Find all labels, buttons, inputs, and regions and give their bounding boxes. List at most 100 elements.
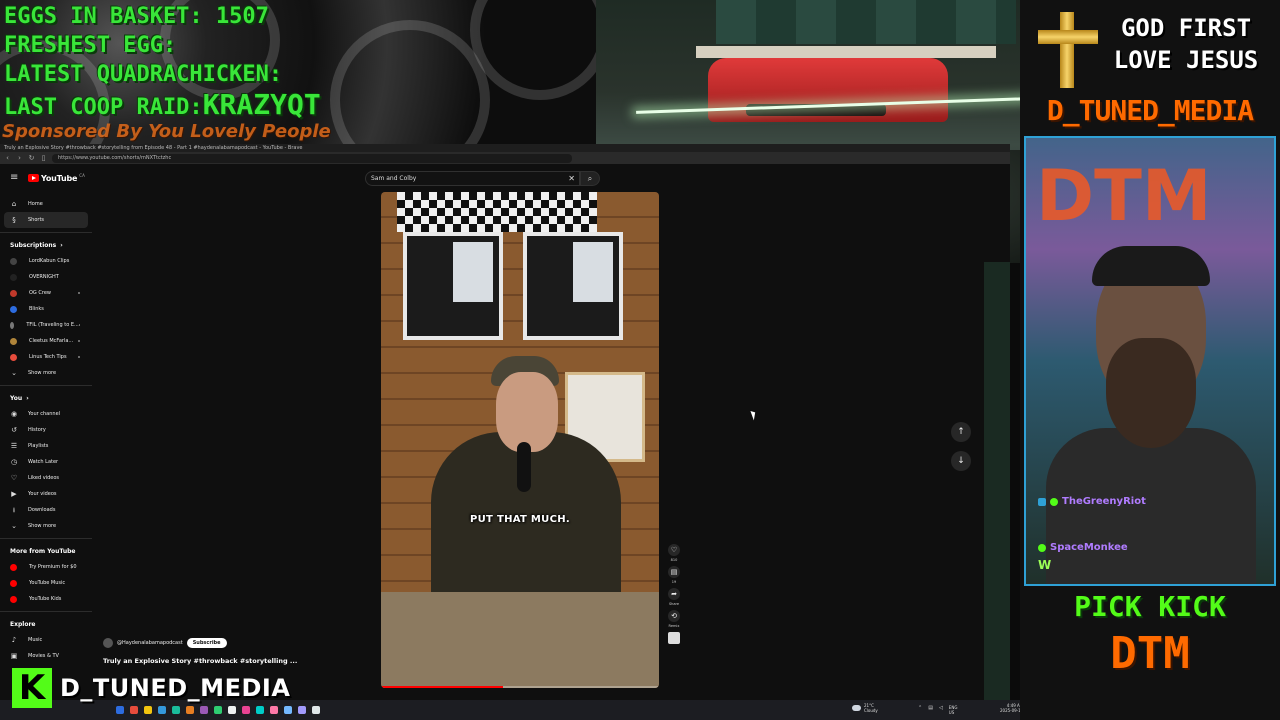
back-icon[interactable]: ‹ [4,154,11,162]
sidebar-item-shorts[interactable]: § Shorts [4,212,88,228]
taskbar-app-icon[interactable] [312,706,320,714]
sidebar-item-label: Your videos [28,491,57,497]
microphone [517,442,531,492]
sidebar-item-more[interactable]: YouTube Music [0,575,92,591]
sidebar-item-subscription[interactable]: TFIL (Traveling to E... [0,317,92,333]
youtube-product-icon [10,579,17,587]
channel-avatar [10,305,17,313]
chat-line: SpaceMonkee [1038,542,1128,553]
clear-search-icon[interactable]: ✕ [568,172,575,185]
sidebar-item-label: Home [28,201,43,207]
divider [0,611,92,612]
volume-icon[interactable]: ◁ [939,705,943,715]
sponsor-text: Sponsored By You Lovely People [2,121,331,142]
taskbar-app-icon[interactable] [298,706,306,714]
language-indicator[interactable]: ENG US [949,705,958,715]
browser-window: Truly an Explosive Story #throwback #sto… [0,144,1010,700]
sidebar-item-you[interactable]: ◷ Watch Later [0,454,92,470]
youtube-logo[interactable]: YouTube CA [28,173,85,183]
clock-icon: ◷ [10,458,18,466]
sidebar-item-label: Playlists [28,443,49,449]
sidebar-item-you[interactable]: ▶ Your videos [0,486,92,502]
you-heading[interactable]: You › [0,390,92,406]
playlists-icon: ☰ [10,442,18,450]
sidebar-item-home[interactable]: ⌂ Home [0,196,92,212]
sidebar-item-you[interactable]: ♡ Liked videos [0,470,92,486]
menu-icon[interactable]: ≡ [10,173,20,183]
checkered-curtain [397,192,597,232]
home-icon: ⌂ [11,200,17,208]
sidebar-item-label: Show more [28,370,57,376]
comment-button[interactable]: ▤ 19 [665,566,683,584]
like-button[interactable]: ♡ 810 [665,544,683,562]
channel-avatar[interactable] [103,638,113,648]
next-short-button[interactable]: ↓ [951,451,971,471]
short-video-player[interactable]: PUT THAT MUCH. [381,192,659,688]
cross-icon [1038,12,1098,88]
decor-swirl [330,20,490,144]
url-field[interactable]: https://www.youtube.com/shorts/mNXTtctzh… [52,153,572,163]
share-button[interactable]: ➦ Share [665,588,683,606]
video-progress-bar[interactable] [381,686,659,688]
sidebar-item-more[interactable]: YouTube Kids [0,591,92,607]
storage-bins [716,0,1016,44]
search-input[interactable]: Sam and Colby ✕ [365,171,580,186]
channel-name[interactable]: @Haydenalabamapodcast [117,640,183,646]
chevron-up-icon[interactable]: ⌃ [918,705,922,715]
streamer-cap [1092,246,1210,286]
chevron-right-icon: › [26,394,29,402]
chevron-down-icon: ⌄ [11,369,17,377]
sidebar-item-more[interactable]: Try Premium for $0 [0,559,92,575]
bookmark-icon[interactable]: ▯ [40,154,47,162]
sidebar-item-label: YouTube Kids [29,596,62,602]
search-value: Sam and Colby [371,175,417,182]
sidebar-item-label: History [28,427,46,433]
network-icon[interactable]: ▤ [928,705,933,715]
sidebar-item-subscription[interactable]: Cleetus McFarla... [0,333,92,349]
new-content-dot [78,292,80,294]
subscribe-button[interactable]: Subscribe [186,638,227,648]
sidebar-item-you[interactable]: ⭳ Downloads [0,502,92,518]
sidebar-item-label: Cleetus McFarla... [29,338,74,344]
reload-icon[interactable]: ↻ [28,154,35,162]
heading-label: You [10,394,23,402]
divider [0,538,92,539]
sidebar-item-subscription[interactable]: OG Crew [0,285,92,301]
sidebar-item-subscription[interactable]: LordKabun Clips [0,253,92,269]
chat-badge-icon [1038,497,1046,506]
sound-thumbnail[interactable] [668,632,680,644]
channel-icon: ◉ [10,410,18,418]
forward-icon[interactable]: › [16,154,23,162]
search-button[interactable]: ⌕ [580,171,600,186]
raid-value: KRAZYQT [202,88,321,121]
previous-short-button[interactable]: ↑ [951,422,971,442]
sidebar-item-subscription[interactable]: Blinks [0,301,92,317]
sidebar-item-subscription[interactable]: OVERNIGHT [0,269,92,285]
subscriptions-heading[interactable]: Subscriptions › [0,237,92,253]
country-code: CA [79,173,85,178]
history-icon: ↺ [11,426,17,434]
sidebar-item-label: Music [28,637,43,643]
sidebar-item-explore[interactable]: ♪ Music [0,632,92,648]
freshest-egg: FRESHEST EGG: [4,33,177,58]
action-label: Remix [668,624,680,628]
sidebar-item-you[interactable]: ☰ Playlists [0,438,92,454]
sidebar-item-subscription[interactable]: Linus Tech Tips [0,349,92,365]
sidebar-item-you[interactable]: ↺ History [0,422,92,438]
sidebar-item-label: Blinks [29,306,44,312]
sidebar-item-label: Linus Tech Tips [29,354,67,360]
weather-widget[interactable]: 21°C Cloudy [852,703,878,713]
sidebar-item-you[interactable]: ◉ Your channel [0,406,92,422]
sidebar-item-explore[interactable]: ▣ Movies & TV [0,648,92,664]
love-jesus-text: LOVE JESUS [1113,46,1259,74]
you-show-more[interactable]: ⌄ Show more [0,518,92,534]
streamer-panel: GOD FIRST LOVE JESUS D_TUNED_MEDIA DTM T… [1020,0,1280,720]
god-first-text: GOD FIRST [1120,14,1252,42]
window-glass [573,242,613,302]
remix-button[interactable]: ⟲ Remix [665,610,683,628]
subscriptions-show-more[interactable]: ⌄ Show more [0,365,92,381]
dtm-wall-sign: DTM [1036,155,1212,237]
music-icon: ♪ [11,636,17,644]
sidebar-item-label: OG Crew [29,290,52,296]
short-title[interactable]: Truly an Explosive Story #throwback #sto… [103,657,297,665]
